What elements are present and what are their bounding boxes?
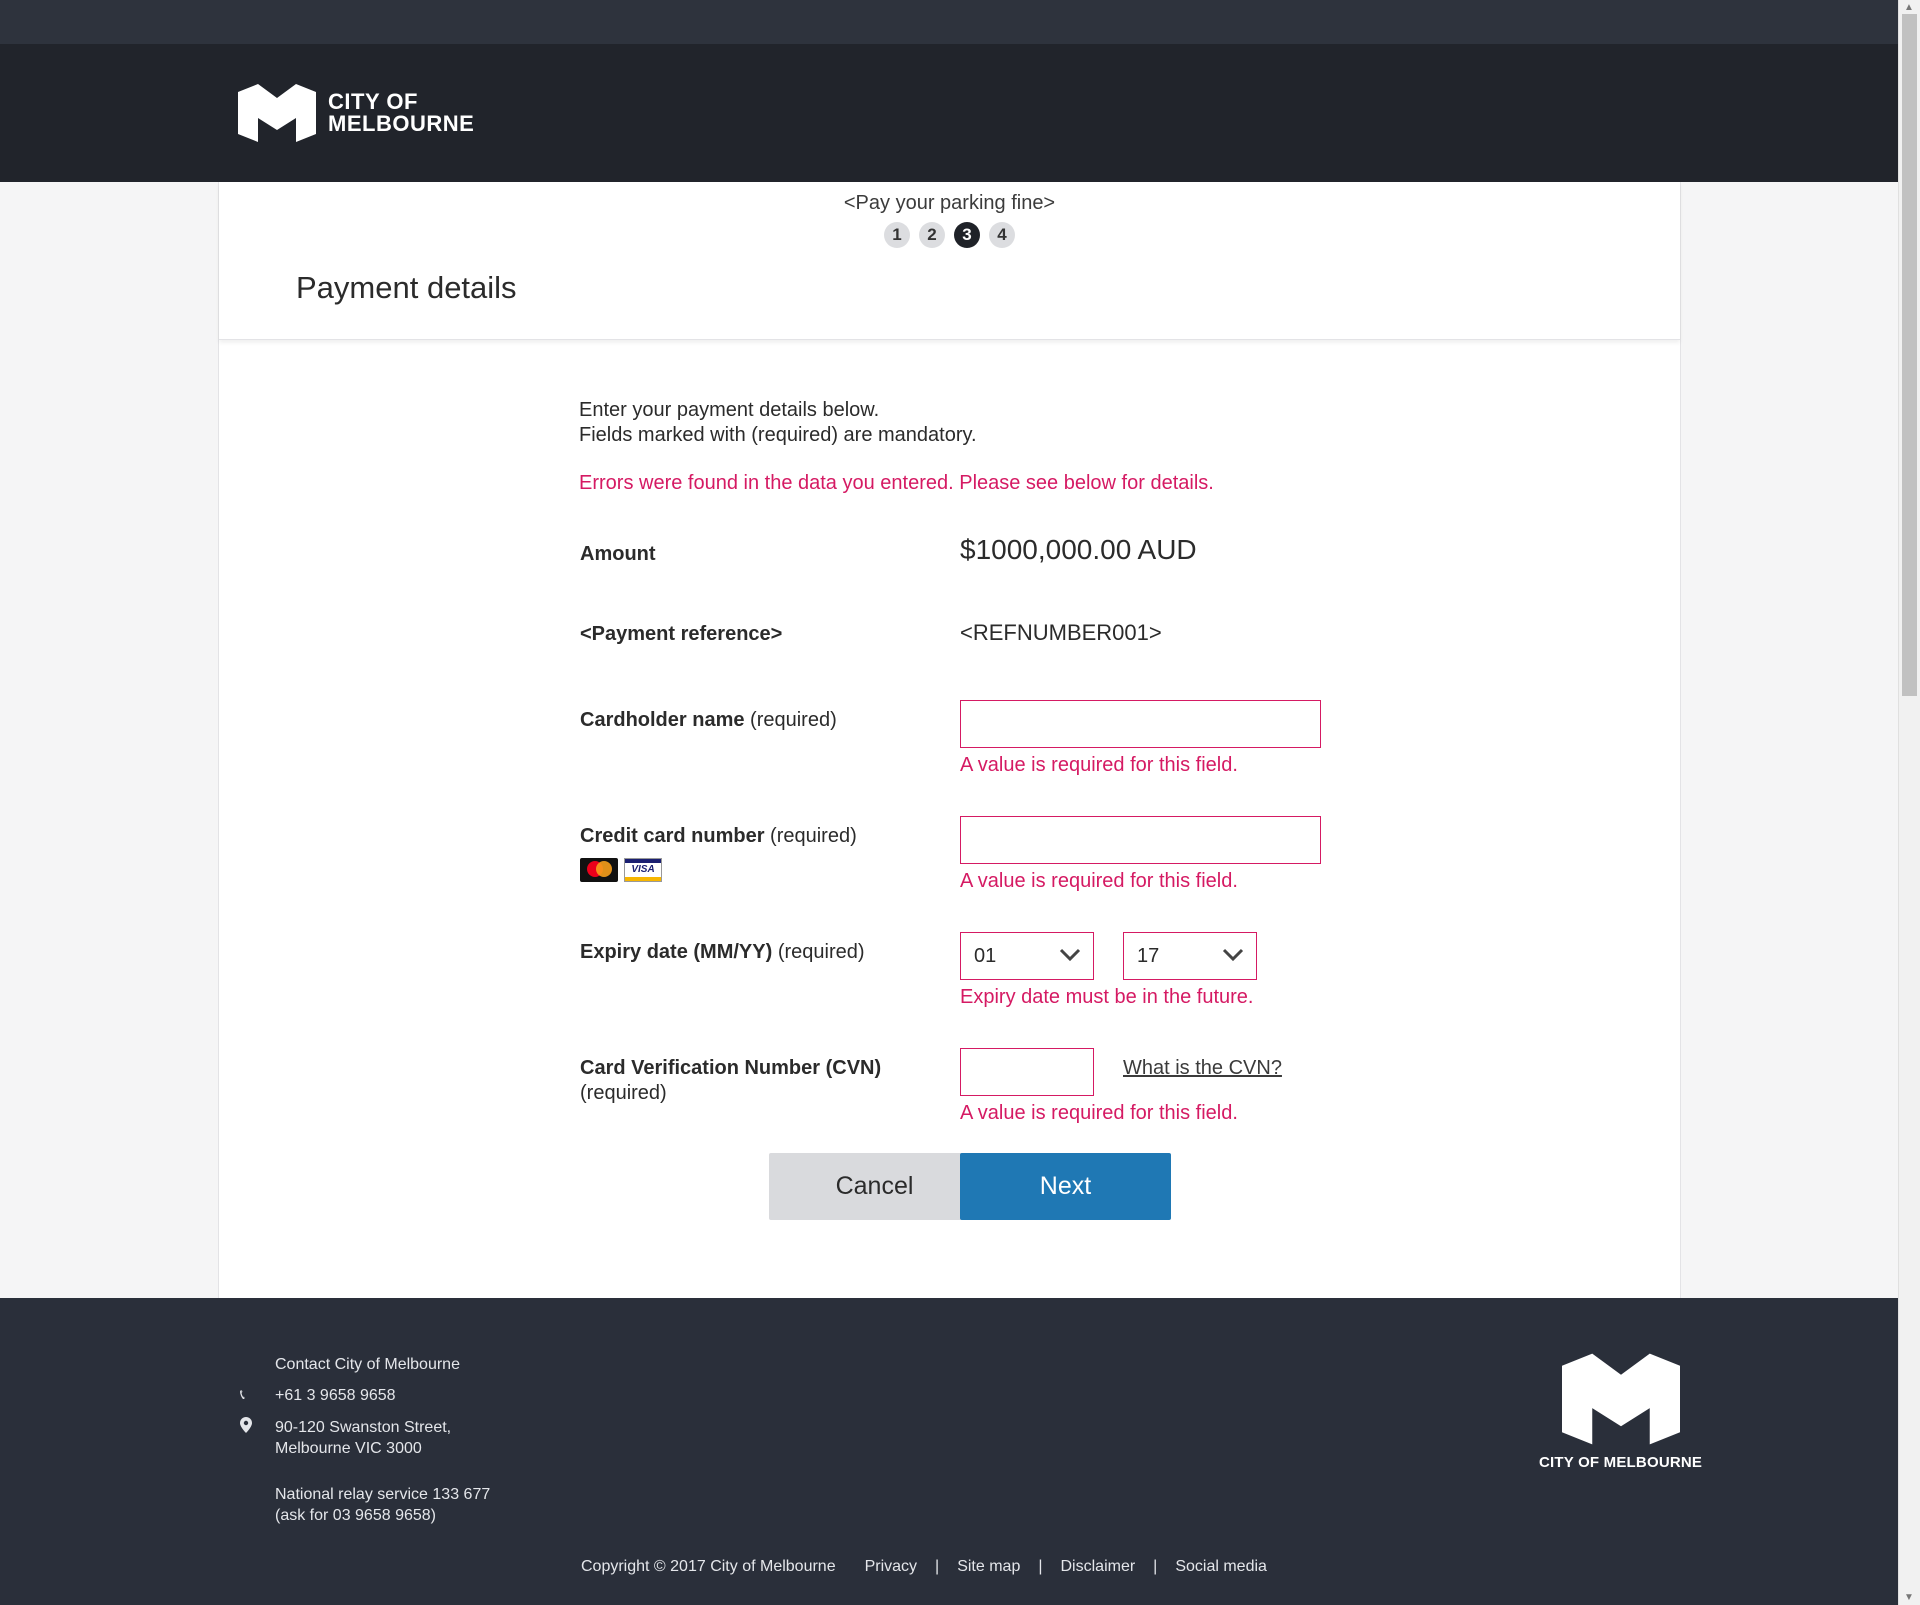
scroll-up-arrow-icon[interactable]: ▲ xyxy=(1904,2,1914,13)
location-pin-icon xyxy=(240,1417,252,1436)
expiry-year-value: 17 xyxy=(1137,945,1160,967)
next-button[interactable]: Next xyxy=(960,1153,1171,1220)
footer-phone[interactable]: +61 3 9658 9658 xyxy=(275,1385,396,1406)
footer-bottom-links: Copyright © 2017 City of Melbourne Priva… xyxy=(581,1558,1267,1576)
required-marker: (required) xyxy=(750,709,837,731)
cvn-input[interactable] xyxy=(960,1048,1094,1096)
required-marker: (required) xyxy=(770,825,857,847)
logo-text-line1: CITY OF xyxy=(328,89,418,114)
chevron-down-icon xyxy=(1222,948,1244,962)
intro-line-1: Enter your payment details below. xyxy=(579,399,880,421)
footer-link-social-media[interactable]: Social media xyxy=(1175,1558,1267,1576)
accepted-cards: VISA xyxy=(580,858,662,882)
expiry-month-value: 01 xyxy=(974,945,997,967)
logo-text-line2: MELBOURNE xyxy=(328,111,475,136)
footer-relay-line1: National relay service 133 677 xyxy=(275,1486,491,1503)
card-number-label: Credit card number (required) xyxy=(580,825,857,847)
footer-logo-text: CITY OF MELBOURNE xyxy=(1539,1454,1703,1471)
footer-address: 90-120 Swanston Street, Melbourne VIC 30… xyxy=(275,1417,451,1459)
required-marker: (required) xyxy=(580,1082,667,1104)
error-summary: Errors were found in the data you entere… xyxy=(579,472,1214,494)
footer-address-line1: 90-120 Swanston Street, xyxy=(275,1419,452,1436)
phone-icon: 📞︎ xyxy=(240,1386,245,1402)
footer-address-line2: Melbourne VIC 3000 xyxy=(275,1440,422,1457)
page-title: Payment details xyxy=(296,270,517,305)
footer-relay: National relay service 133 677 (ask for … xyxy=(275,1484,490,1526)
footer-copyright: Copyright © 2017 City of Melbourne xyxy=(581,1558,836,1575)
melbourne-m-icon xyxy=(1561,1353,1680,1445)
card-header: <Pay your parking fine> 1 2 3 4 Payment … xyxy=(219,182,1680,340)
footer-relay-line2: (ask for 03 9658 9658) xyxy=(275,1507,436,1524)
footer-separator: | xyxy=(1038,1558,1043,1575)
expiry-month-select[interactable]: 01 xyxy=(960,932,1094,980)
expiry-year-select[interactable]: 17 xyxy=(1123,932,1257,980)
footer-link-disclaimer[interactable]: Disclaimer xyxy=(1061,1558,1136,1576)
site-footer: Contact City of Melbourne 📞︎ +61 3 9658 … xyxy=(0,1298,1898,1605)
logo-text: CITY OF MELBOURNE xyxy=(328,91,474,135)
payment-form: Enter your payment details below. Fields… xyxy=(579,398,1339,1220)
cardholder-name-input[interactable] xyxy=(960,700,1321,748)
scroll-thumb[interactable] xyxy=(1902,14,1917,696)
reference-label: <Payment reference> xyxy=(580,623,783,645)
cvn-error: A value is required for this field. xyxy=(960,1102,1238,1124)
cvn-label: Card Verification Number (CVN) (required) xyxy=(580,1057,882,1104)
visa-icon: VISA xyxy=(624,858,662,882)
intro-line-2: Fields marked with (required) are mandat… xyxy=(579,424,977,446)
expiry-label: Expiry date (MM/YY) (required) xyxy=(580,941,865,963)
scroll-down-arrow-icon[interactable]: ▼ xyxy=(1904,1592,1914,1603)
cancel-button[interactable]: Cancel xyxy=(769,1153,980,1220)
browser-top-strip xyxy=(0,0,1898,44)
site-header: CITY OF MELBOURNE xyxy=(0,44,1898,182)
page-scrollbar[interactable]: ▲ ▼ xyxy=(1898,0,1920,1605)
footer-link-site-map[interactable]: Site map xyxy=(957,1558,1020,1576)
cardholder-error: A value is required for this field. xyxy=(960,754,1238,776)
chevron-down-icon xyxy=(1059,948,1081,962)
footer-separator: | xyxy=(935,1558,940,1575)
required-marker: (required) xyxy=(777,941,865,963)
card-number-error: A value is required for this field. xyxy=(960,870,1238,892)
footer-link-privacy[interactable]: Privacy xyxy=(865,1558,917,1576)
footer-logo[interactable]: CITY OF MELBOURNE xyxy=(1539,1353,1702,1471)
footer-contact-title: Contact City of Melbourne xyxy=(275,1356,460,1373)
footer-separator: | xyxy=(1153,1558,1158,1575)
step-indicator: 1 2 3 4 xyxy=(219,222,1680,248)
melbourne-m-icon xyxy=(238,84,316,142)
flow-title: <Pay your parking fine> xyxy=(843,192,1056,214)
card-number-input[interactable] xyxy=(960,816,1321,864)
amount-label: Amount xyxy=(580,543,656,565)
reference-value: <REFNUMBER001> xyxy=(960,620,1162,645)
payment-card: <Pay your parking fine> 1 2 3 4 Payment … xyxy=(218,182,1681,1298)
step-3-active: 3 xyxy=(954,222,980,248)
what-is-cvn-link[interactable]: What is the CVN? xyxy=(1123,1057,1282,1080)
intro-text: Enter your payment details below. Fields… xyxy=(579,398,1339,448)
step-4: 4 xyxy=(989,222,1015,248)
step-2: 2 xyxy=(919,222,945,248)
site-logo[interactable]: CITY OF MELBOURNE xyxy=(238,84,474,142)
mastercard-icon xyxy=(580,858,618,882)
amount-value: $1000,000.00 AUD xyxy=(960,534,1197,565)
step-1: 1 xyxy=(884,222,910,248)
expiry-error: Expiry date must be in the future. xyxy=(960,986,1254,1008)
cardholder-label: Cardholder name (required) xyxy=(580,709,837,731)
